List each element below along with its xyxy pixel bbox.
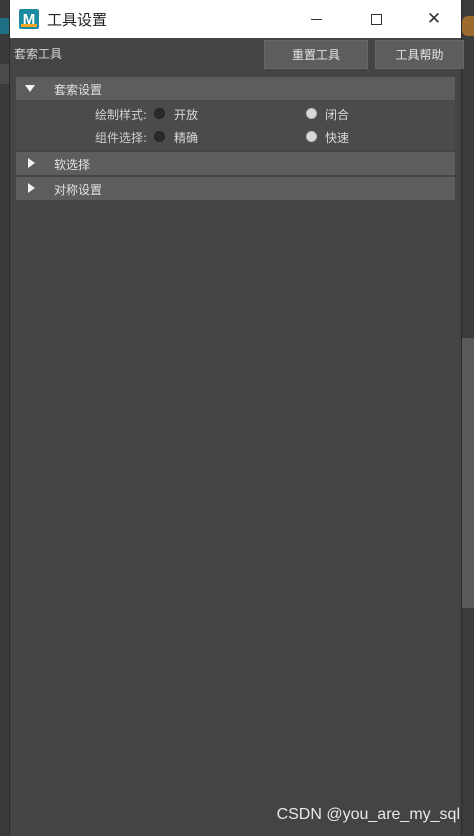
watermark-text: CSDN @you_are_my_sql <box>276 806 460 823</box>
section-title: 对称设置 <box>54 183 103 197</box>
reset-tool-button[interactable]: 重置工具 <box>264 40 368 69</box>
section-title: 套索设置 <box>54 83 103 97</box>
background-panel <box>0 64 9 84</box>
title-bar[interactable]: M 工具设置 ✕ <box>10 0 461 38</box>
radio-label-fast: 快速 <box>325 131 350 145</box>
draw-style-label: 绘制样式: <box>95 108 148 122</box>
radio-label-open: 开放 <box>174 108 199 122</box>
background-viewport-right <box>462 0 474 836</box>
tool-help-button[interactable]: 工具帮助 <box>375 40 464 69</box>
section-title: 软选择 <box>54 158 91 172</box>
settings-content: 套索设置 绘制样式: 开放 闭合 组件选择: 精确 快速 软选择 对称设置 <box>10 72 461 200</box>
expand-arrow-icon <box>28 158 35 168</box>
radio-component-precise[interactable] <box>154 131 165 142</box>
maya-app-icon: M <box>19 9 39 29</box>
tool-name: 套索工具 <box>14 47 63 61</box>
tool-settings-window: M 工具设置 ✕ 套索工具 重置工具 工具帮助 套索设置 绘制样式: 开放 闭合 <box>9 0 464 836</box>
maximize-button[interactable] <box>353 0 399 38</box>
background-panel <box>462 338 474 608</box>
close-button[interactable]: ✕ <box>411 0 457 38</box>
section-body-lasso-settings: 绘制样式: 开放 闭合 组件选择: 精确 快速 <box>16 100 455 150</box>
radio-draw-style-closed[interactable] <box>306 108 317 119</box>
window-title: 工具设置 <box>47 10 108 29</box>
radio-draw-style-open[interactable] <box>154 108 165 119</box>
minimize-icon <box>310 18 322 20</box>
tool-header: 套索工具 重置工具 工具帮助 <box>10 38 464 72</box>
expand-arrow-icon <box>28 183 35 193</box>
section-header-soft-selection[interactable]: 软选择 <box>16 152 455 175</box>
background-viewport-left <box>0 0 9 836</box>
section-header-lasso-settings[interactable]: 套索设置 <box>16 77 455 100</box>
radio-label-precise: 精确 <box>174 131 199 145</box>
section-header-symmetry-settings[interactable]: 对称设置 <box>16 177 455 200</box>
collapse-arrow-icon <box>25 85 35 92</box>
component-selection-label: 组件选择: <box>95 131 148 145</box>
maximize-icon <box>370 13 382 25</box>
background-shelf-icon <box>462 16 474 36</box>
radio-component-fast[interactable] <box>306 131 317 142</box>
radio-label-closed: 闭合 <box>325 108 350 122</box>
minimize-button[interactable] <box>293 0 339 38</box>
background-shelf-icon <box>0 18 9 34</box>
close-icon: ✕ <box>426 8 442 29</box>
